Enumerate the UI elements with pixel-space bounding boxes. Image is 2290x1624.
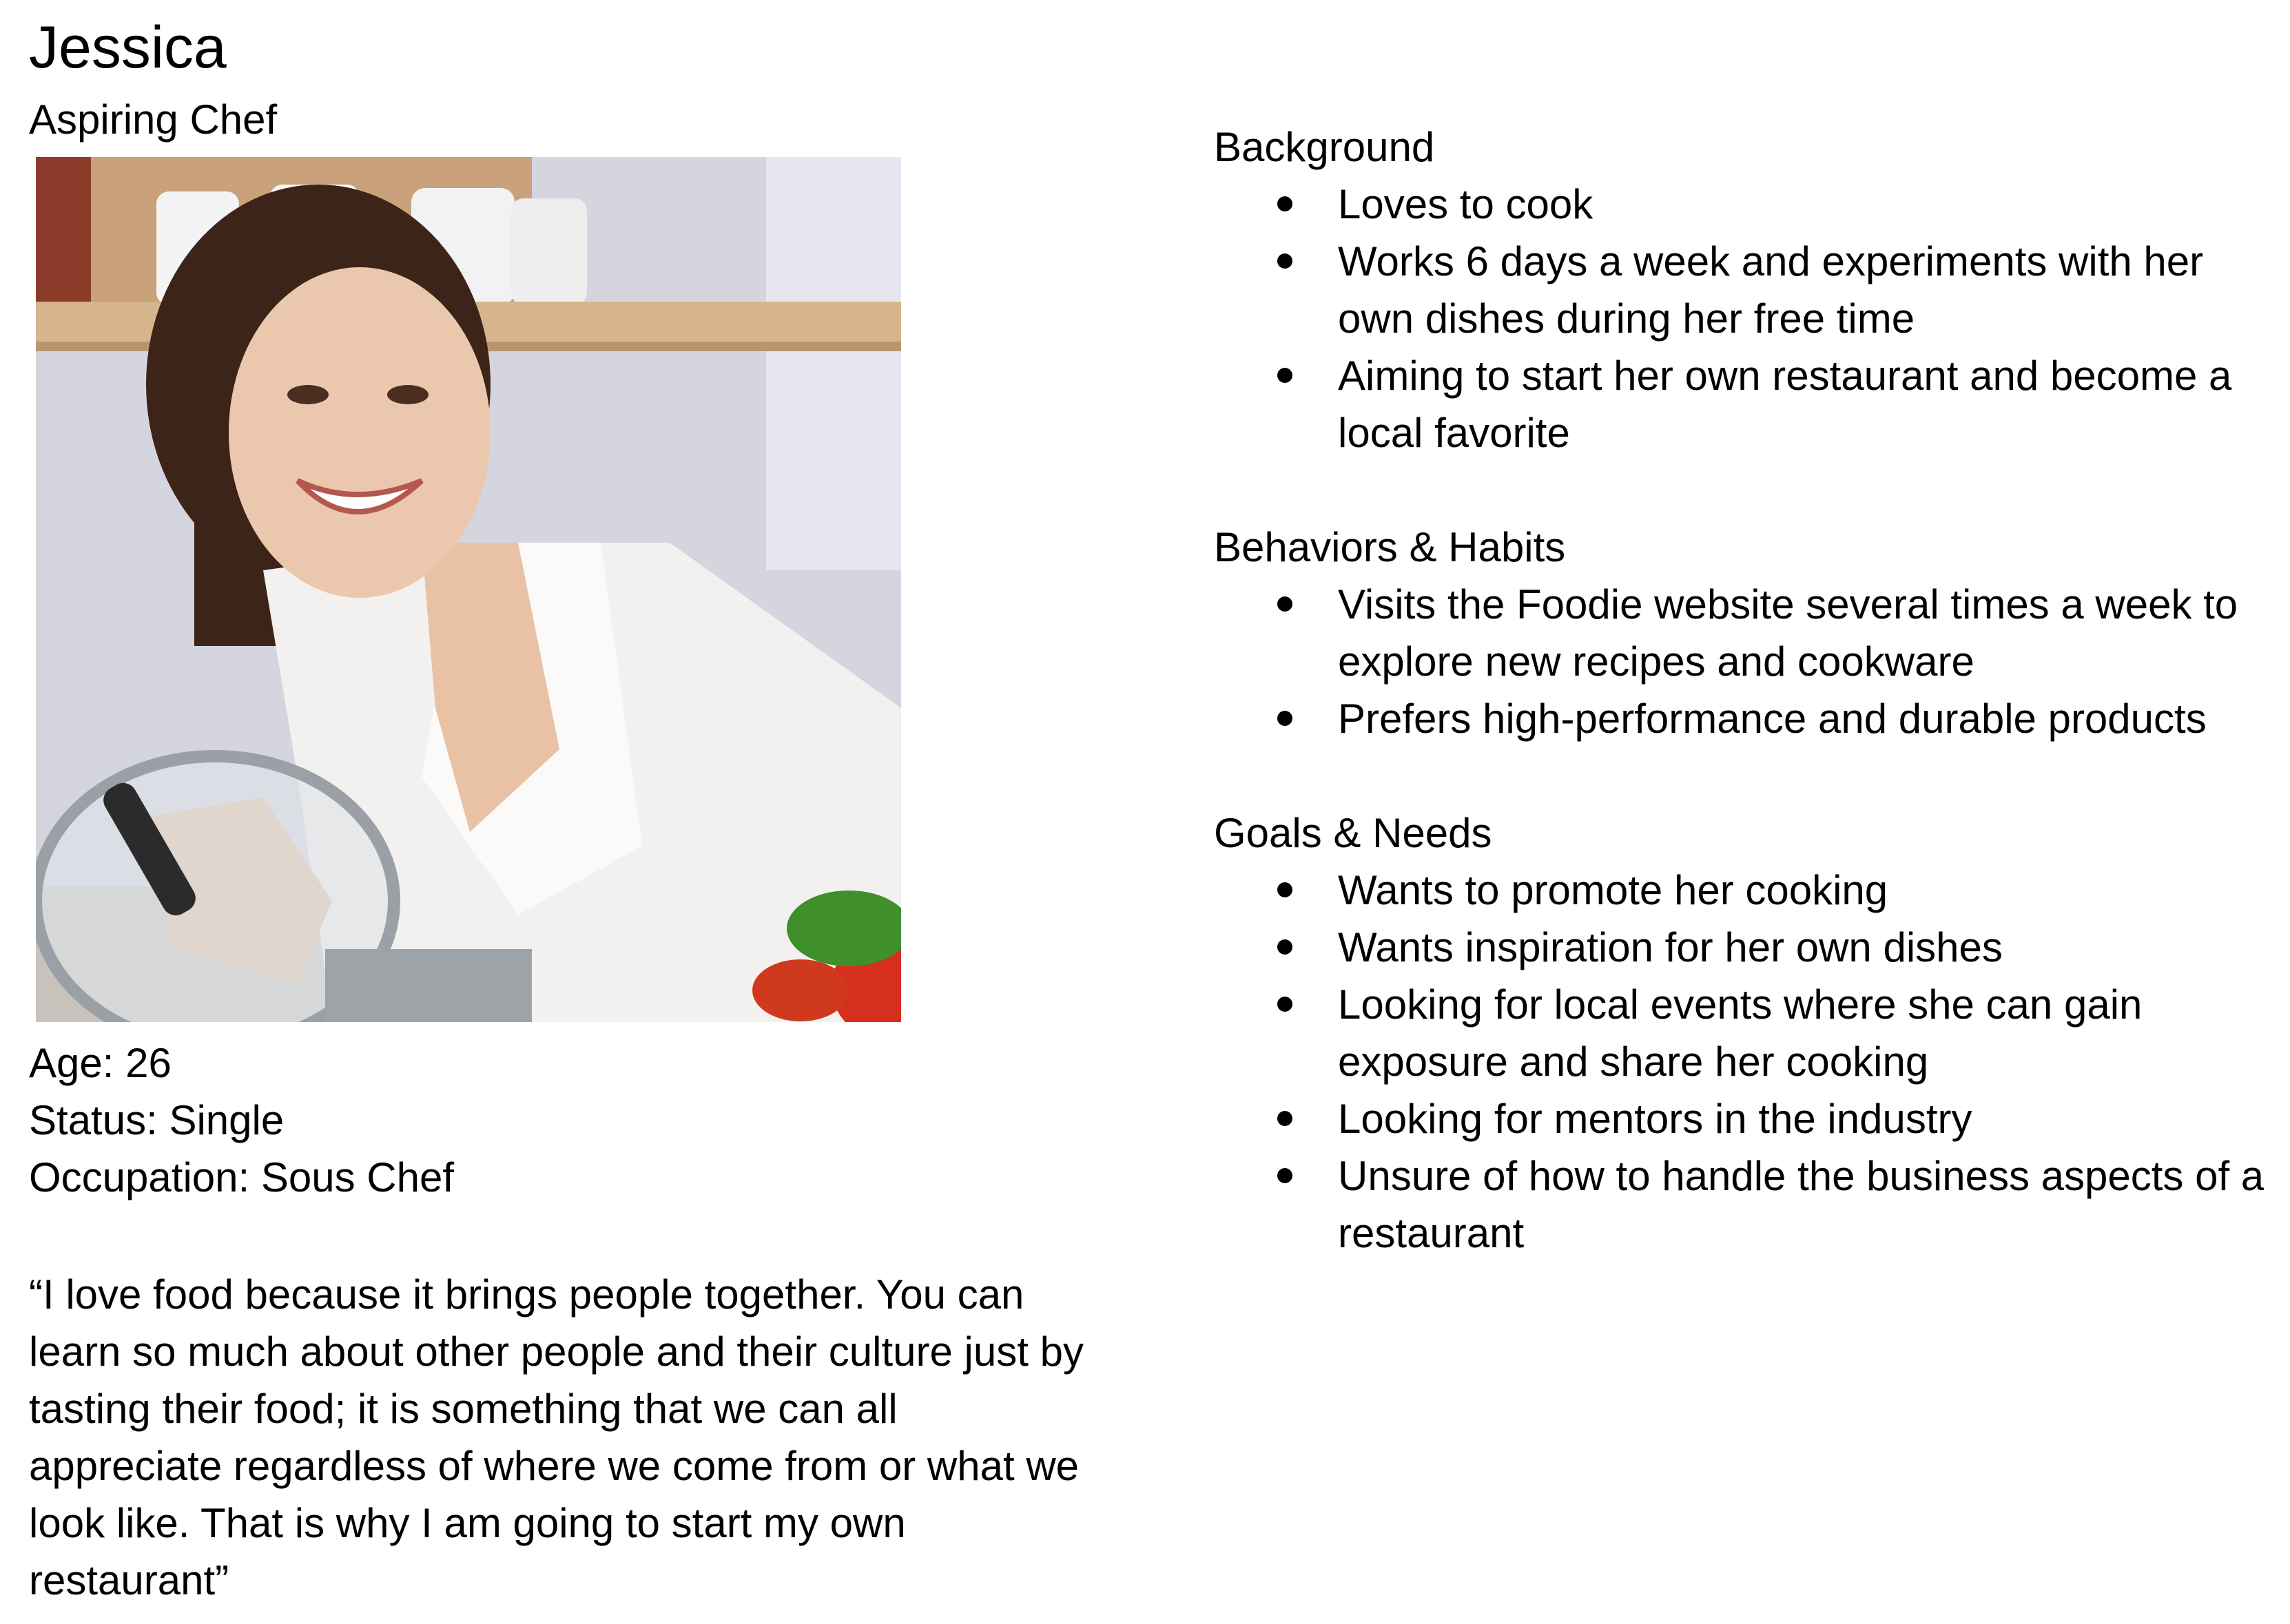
bullet-icon: [1277, 196, 1292, 211]
section-title: Background: [1214, 124, 1435, 170]
persona-quote: “I love food because it brings people to…: [29, 1271, 1084, 1603]
list-item: Visits the Foodie website several times …: [1214, 576, 2275, 690]
list-item-text: Looking for local events where she can g…: [1338, 981, 2143, 1085]
bullet-icon: [1277, 368, 1292, 383]
fact-age: Age: 26: [29, 1040, 172, 1086]
list-item: Works 6 days a week and experiments with…: [1214, 233, 2275, 347]
list-item: Prefers high-performance and durable pro…: [1214, 690, 2275, 747]
list-item: Wants to promote her cooking: [1214, 862, 2275, 919]
bullet-icon: [1277, 253, 1292, 269]
list-item-text: Aiming to start her own restaurant and b…: [1338, 353, 2232, 456]
bullet-icon: [1277, 997, 1292, 1012]
fact-status: Status: Single: [29, 1097, 285, 1143]
bullet-icon: [1277, 596, 1292, 612]
persona-facts: Age: 26 Status: Single Occupation: Sous …: [29, 1034, 454, 1206]
section-background: Background Loves to cook Works 6 days a …: [1214, 118, 2275, 461]
bullet-icon: [1277, 882, 1292, 897]
list-item: Unsure of how to handle the business asp…: [1214, 1147, 2275, 1262]
bullet-icon: [1277, 1168, 1292, 1183]
bullet-list: Visits the Foodie website several times …: [1214, 576, 2275, 747]
bullet-icon: [1277, 1111, 1292, 1126]
list-item-text: Loves to cook: [1338, 181, 1593, 227]
list-item: Loves to cook: [1214, 176, 2275, 233]
chef-photo-illustration: [36, 157, 901, 1022]
bullet-list: Wants to promote her cooking Wants inspi…: [1214, 862, 2275, 1262]
section-goals-needs: Goals & Needs Wants to promote her cooki…: [1214, 804, 2275, 1262]
list-item-text: Looking for mentors in the industry: [1338, 1096, 1972, 1142]
bullet-icon: [1277, 939, 1292, 955]
list-item-text: Prefers high-performance and durable pro…: [1338, 696, 2207, 742]
list-item: Looking for mentors in the industry: [1214, 1090, 2275, 1147]
persona-details: Background Loves to cook Works 6 days a …: [1214, 118, 2275, 1319]
list-item: Wants inspiration for her own dishes: [1214, 919, 2275, 976]
list-item-text: Works 6 days a week and experiments with…: [1338, 238, 2204, 342]
bullet-icon: [1277, 711, 1292, 726]
section-behaviors-habits: Behaviors & Habits Visits the Foodie web…: [1214, 519, 2275, 747]
fact-occupation: Occupation: Sous Chef: [29, 1154, 455, 1200]
persona-name: Jessica: [29, 14, 227, 81]
section-title: Goals & Needs: [1214, 810, 1492, 856]
persona-photo: [36, 157, 901, 1022]
list-item-text: Unsure of how to handle the business asp…: [1338, 1153, 2265, 1256]
list-item: Looking for local events where she can g…: [1214, 976, 2275, 1090]
list-item-text: Wants inspiration for her own dishes: [1338, 924, 2003, 970]
bullet-list: Loves to cook Works 6 days a week and ex…: [1214, 176, 2275, 461]
list-item-text: Wants to promote her cooking: [1338, 867, 1888, 913]
section-title: Behaviors & Habits: [1214, 524, 1566, 570]
list-item-text: Visits the Foodie website several times …: [1338, 581, 2238, 685]
persona-subtitle: Aspiring Chef: [29, 96, 278, 143]
list-item: Aiming to start her own restaurant and b…: [1214, 347, 2275, 461]
